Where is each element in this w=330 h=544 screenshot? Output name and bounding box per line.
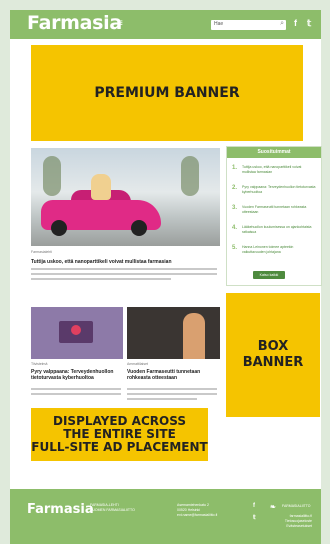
sidebar-item-label[interactable]: Pyry valppaana: Terveydenhuollon tietotu… xyxy=(242,185,316,194)
text-line xyxy=(127,398,197,400)
footer-email-link[interactable]: ext.name@farmasialiitto.fi xyxy=(177,513,217,518)
text-line xyxy=(31,268,217,270)
sidebar-title: Suosituimmat xyxy=(227,147,321,158)
wheel xyxy=(131,220,147,236)
sidebar-item-label[interactable]: Hanna Leinonen toimee apteekin vaikuttav… xyxy=(242,245,316,254)
article-image[interactable] xyxy=(31,307,123,359)
tree xyxy=(181,156,199,196)
lock-icon xyxy=(71,325,81,335)
article-category: Ammattilaiset xyxy=(127,362,149,366)
site-header: Farmasia ≡ Hae ⌕ f 𝕥 xyxy=(10,10,321,39)
footer-col1: FARMASIA-LEHTI SUOMEN FARMASIALIITTO xyxy=(90,503,135,513)
hero-image[interactable] xyxy=(31,148,220,246)
facebook-icon[interactable]: f xyxy=(253,503,255,509)
sidebar-item-number: 4. xyxy=(232,225,238,231)
article-category: Farmasialehti xyxy=(31,250,53,254)
footer-links: farmasialiitto.fi Tietosuojaseloste Eväs… xyxy=(285,514,312,529)
sidebar-item-label[interactable]: Vuoden Farmaseutti tunnetaan rohkeasta o… xyxy=(242,205,316,214)
footer-org-label: FARMASIALIITTO xyxy=(282,504,311,508)
sidebar-item-number: 5. xyxy=(232,245,238,251)
see-all-button[interactable]: Katso kaikki xyxy=(253,271,285,279)
text-line xyxy=(31,273,217,275)
footer-link[interactable]: Evästeasetukset xyxy=(285,524,312,529)
sidebar-item-label[interactable]: Lääkehuollon kuulumisessa on ajankohtais… xyxy=(242,225,316,234)
fullsite-banner-line: FULL-SITE AD PLACEMENT xyxy=(31,440,208,454)
text-line xyxy=(31,393,121,395)
wheel xyxy=(51,220,67,236)
article-title[interactable]: Pyry valppaana: Terveydenhuollon tietotu… xyxy=(31,369,123,381)
sidebar-item-number: 1. xyxy=(232,165,238,171)
sidebar-item-number: 2. xyxy=(232,185,238,191)
popular-sidebar: Suosituimmat 1. Tuttija uskoo, että nano… xyxy=(226,146,322,286)
box-banner-line: BANNER xyxy=(242,355,304,370)
text-line xyxy=(31,278,171,280)
premium-banner[interactable]: PREMIUM BANNER xyxy=(31,45,303,141)
tree xyxy=(43,156,61,196)
text-line xyxy=(127,388,217,390)
article-image[interactable] xyxy=(127,307,220,359)
hamburger-icon[interactable]: ≡ xyxy=(117,18,123,29)
article-category: Tiivistelmä xyxy=(31,362,48,366)
twitter-icon[interactable]: 𝕥 xyxy=(253,514,256,521)
site-footer: Farmasia FARMASIA-LEHTI SUOMEN FARMASIAL… xyxy=(10,489,321,544)
box-banner[interactable]: BOX BANNER xyxy=(226,293,320,417)
sidebar-item-label[interactable]: Tuttija uskoo, että nanoparttikeli voiva… xyxy=(242,165,316,174)
footer-text: SUOMEN FARMASIALIITTO xyxy=(90,508,135,512)
text-line xyxy=(31,388,121,390)
article-title[interactable]: Tuttija uskoo, että nanoparttikeli voiva… xyxy=(31,259,220,265)
footer-logo[interactable]: Farmasia xyxy=(27,502,94,517)
search-icon[interactable]: ⌕ xyxy=(280,20,284,28)
article-title[interactable]: Vuoden Farmaseutti tunnetaan rohkeasta o… xyxy=(127,369,219,381)
facebook-icon[interactable]: f xyxy=(294,18,297,28)
person xyxy=(183,313,205,359)
fullsite-banner[interactable]: DISPLAYED ACROSS THE ENTIRE SITE FULL-SI… xyxy=(31,408,208,461)
leaf-icon: ❧ xyxy=(270,504,276,511)
search-placeholder: Hae xyxy=(214,21,224,27)
content-area: PREMIUM BANNER Farmasialehti Tuttija usk… xyxy=(10,39,322,489)
sidebar-item-number: 3. xyxy=(232,205,238,211)
footer-col2: Asemamiehenkatu 2 00520 Helsinki ext.nam… xyxy=(177,503,217,518)
person xyxy=(91,174,111,200)
twitter-icon[interactable]: 𝕥 xyxy=(307,18,311,29)
text-line xyxy=(127,393,217,395)
site-logo[interactable]: Farmasia xyxy=(27,12,122,34)
search-input[interactable]: Hae ⌕ xyxy=(211,20,286,30)
box-banner-line: BOX xyxy=(257,339,289,354)
